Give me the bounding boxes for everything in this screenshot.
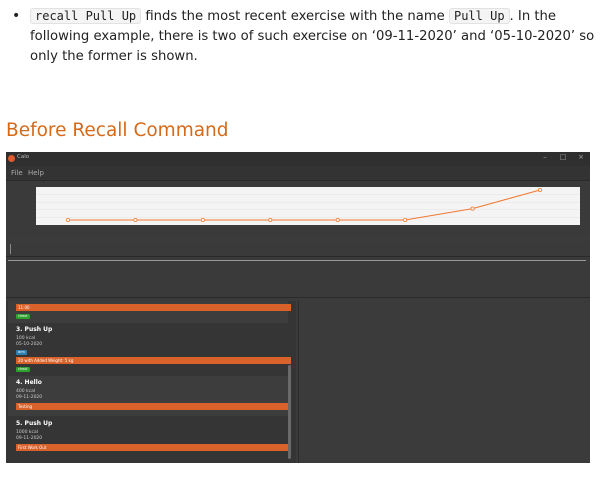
- tag-label: 20 with Added Weight: 5 kg: [16, 357, 291, 364]
- menu-help[interactable]: Help: [28, 169, 44, 177]
- exercise-title: 5. Push Up: [16, 420, 53, 427]
- code-recall-command: recall Pull Up: [30, 8, 142, 24]
- window-title: Calo: [17, 154, 30, 160]
- command-box[interactable]: [6, 242, 590, 257]
- list-item[interactable]: 11:00 chest: [8, 301, 291, 323]
- exercise-list[interactable]: 11:00 chest 3. Push Up 100 kcal 05-10-20…: [6, 301, 296, 463]
- exercise-calories: 100 kcal: [16, 336, 36, 341]
- code-exercise-name: Pull Up: [448, 8, 510, 24]
- exercise-title: 3. Push Up: [16, 326, 53, 333]
- muscle-chip: arm: [16, 350, 27, 355]
- data-point: [470, 206, 475, 211]
- result-divider: [8, 260, 586, 261]
- exercise-date: 09-11-2020: [16, 436, 43, 441]
- calorie-chart-panel: [6, 181, 590, 237]
- tag-label: 11:00: [16, 304, 291, 311]
- app-window: Calo – □ × File Help 11:00 chest 3. Push…: [6, 152, 590, 463]
- data-point: [66, 218, 71, 223]
- data-point: [335, 218, 340, 223]
- bullet-marker: •: [12, 8, 21, 24]
- result-display: [6, 257, 590, 298]
- section-heading: Before Recall Command: [6, 120, 229, 141]
- tag-label: Testing: [16, 403, 291, 410]
- list-item[interactable]: 3. Push Up 100 kcal 05-10-2020 arm 20 wi…: [8, 323, 291, 376]
- text-cursor: [10, 244, 11, 254]
- app-logo-icon: [8, 155, 15, 162]
- data-point: [538, 188, 543, 193]
- data-point: [133, 218, 138, 223]
- minimize-button[interactable]: –: [538, 153, 552, 161]
- close-button[interactable]: ×: [574, 153, 588, 161]
- data-point: [200, 218, 205, 223]
- data-point: [268, 218, 273, 223]
- calorie-line-chart: [36, 187, 580, 225]
- maximize-button[interactable]: □: [556, 153, 570, 161]
- title-bar: Calo – □ ×: [6, 152, 590, 166]
- muscle-chip: chest: [16, 367, 30, 372]
- menu-file[interactable]: File: [11, 169, 23, 177]
- text-part-1: finds the most recent exercise with the …: [141, 9, 449, 24]
- exercise-calories: 1000 kcal: [16, 430, 38, 435]
- menu-bar: File Help: [6, 166, 590, 181]
- detail-panel: [298, 301, 590, 463]
- exercise-calories: 400 kcal: [16, 389, 36, 394]
- list-scrollbar[interactable]: [288, 365, 291, 459]
- exercise-title: 4. Hello: [16, 379, 42, 386]
- exercise-date: 09-11-2020: [16, 395, 43, 400]
- list-item[interactable]: 5. Push Up 1000 kcal 09-11-2020 First Wo…: [8, 416, 291, 463]
- exercise-date: 05-10-2020: [16, 342, 43, 347]
- list-item[interactable]: 4. Hello 400 kcal 09-11-2020 Testing: [8, 376, 291, 416]
- plot-area: [36, 187, 580, 225]
- tag-label: First Work Out: [16, 444, 291, 451]
- bullet-text: recall Pull Up finds the most recent exe…: [30, 6, 596, 67]
- muscle-chip: chest: [16, 314, 30, 319]
- data-point: [403, 218, 408, 223]
